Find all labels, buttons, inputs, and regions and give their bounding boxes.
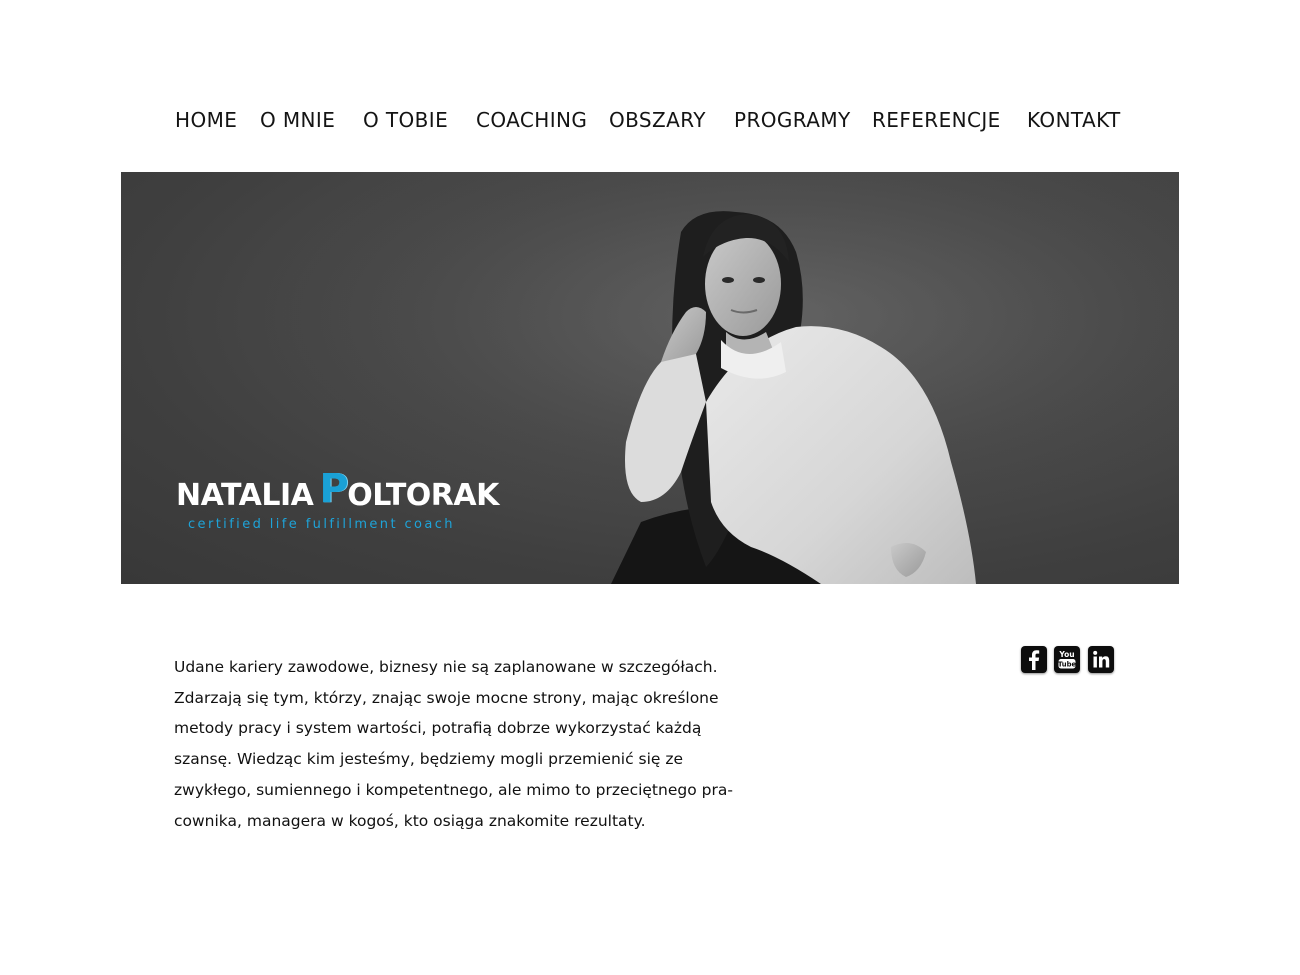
youtube-you-text: You <box>1058 650 1074 659</box>
youtube-icon[interactable]: You Tube <box>1054 646 1080 673</box>
nav-item-o-mnie[interactable]: O MNIE <box>260 106 335 134</box>
intro-line: Udane kariery zawodowe, biznesy nie są z… <box>174 658 718 676</box>
youtube-tube-text: Tube <box>1058 660 1077 668</box>
nav-item-o-tobie[interactable]: O TOBIE <box>363 106 448 134</box>
intro-text: Udane kariery zawodowe, biznesy nie są z… <box>174 652 733 836</box>
brand-name: NATALIA POLTORAK <box>176 466 499 514</box>
nav-item-programy[interactable]: PROGRAMY <box>734 106 851 134</box>
intro-line: cownika, managera w kogoś, kto osiąga zn… <box>174 811 646 830</box>
intro-line: zwykłego, sumiennego i kompetentnego, al… <box>174 780 733 799</box>
hero-banner: NATALIA POLTORAK certified life fulfillme… <box>121 172 1179 584</box>
nav-item-obszary[interactable]: OBSZARY <box>609 106 706 134</box>
brand-p-letter: P <box>319 466 349 512</box>
facebook-icon[interactable] <box>1021 646 1047 673</box>
nav-item-referencje[interactable]: REFERENCJE <box>872 106 1001 134</box>
brand-tagline: certified life fulfillment coach <box>188 517 455 532</box>
main-nav: HOME O MNIE O TOBIE COACHING OBSZARY PRO… <box>0 106 1300 136</box>
nav-item-kontakt[interactable]: KONTAKT <box>1027 106 1121 134</box>
brand-logo: NATALIA POLTORAK certified life fulfillme… <box>176 465 499 535</box>
intro-line: szansę. Wiedząc kim jesteśmy, będziemy m… <box>174 750 684 769</box>
brand-first-name: NATALIA <box>176 478 314 513</box>
intro-line: metody pracy i system wartości, potrafią… <box>174 719 702 738</box>
nav-item-home[interactable]: HOME <box>175 106 237 134</box>
brand-last-name-rest: OLTORAK <box>347 478 499 513</box>
intro-line: Zdarzają się tym, którzy, znając swoje m… <box>174 688 719 707</box>
linkedin-icon[interactable] <box>1088 646 1114 673</box>
nav-item-coaching[interactable]: COACHING <box>476 106 587 134</box>
